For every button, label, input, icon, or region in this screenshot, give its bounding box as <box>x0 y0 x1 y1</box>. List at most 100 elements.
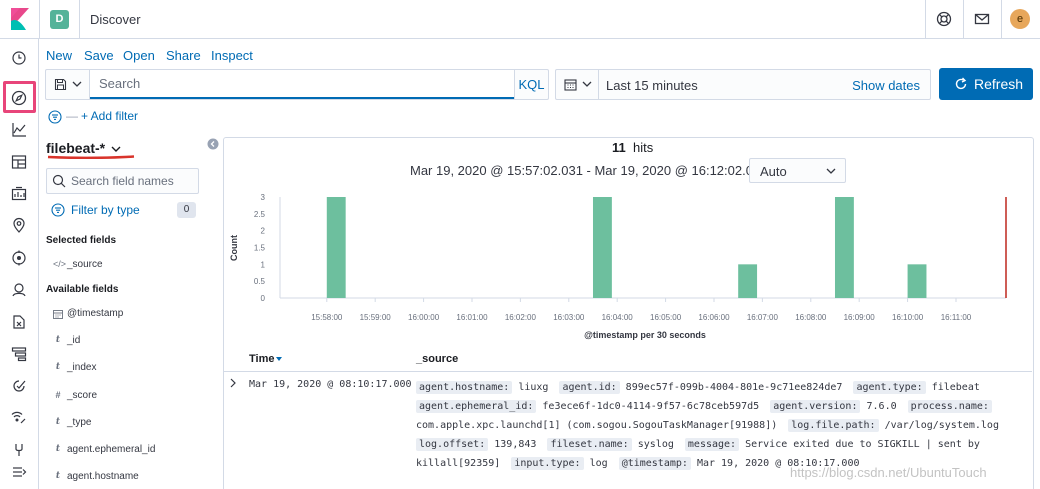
field-name: _score <box>67 390 98 401</box>
calendar-icon <box>564 79 577 91</box>
histogram-bar <box>834 197 854 298</box>
hits-counter: 11 hits <box>612 140 653 155</box>
machine-learning-icon[interactable] <box>10 249 28 267</box>
field-item[interactable]: t _type <box>46 415 216 433</box>
page-title: Discover <box>90 12 141 27</box>
field-name: agent.hostname <box>67 471 139 482</box>
expand-row-icon[interactable] <box>229 378 237 388</box>
canvas-icon[interactable] <box>10 185 28 203</box>
histogram-bar <box>907 264 927 298</box>
chevron-down-icon[interactable] <box>109 142 123 156</box>
selected-fields-heading: Selected fields <box>46 235 117 246</box>
maps-icon[interactable] <box>10 217 28 235</box>
kql-language-button[interactable]: KQL <box>514 70 548 99</box>
help-icon[interactable] <box>934 9 954 29</box>
show-dates-link[interactable]: Show dates <box>852 78 920 93</box>
field-item[interactable]: t _index <box>46 360 216 378</box>
saved-query-button[interactable] <box>46 70 90 99</box>
collapse-sidebar-icon[interactable] <box>207 138 219 150</box>
source-field-key: agent.hostname: <box>416 381 513 394</box>
filter-icon <box>51 203 65 217</box>
header-divider <box>39 0 40 39</box>
siem-icon[interactable] <box>10 409 28 427</box>
string-type-icon: t <box>55 335 61 345</box>
menu-save-link[interactable]: Save <box>84 48 114 63</box>
mail-icon[interactable] <box>972 9 992 29</box>
top-header: D Discover e <box>0 0 1040 39</box>
user-avatar[interactable]: e <box>1010 9 1030 29</box>
y-tick-label: 2.5 <box>254 210 266 219</box>
interval-value: Auto <box>760 164 787 179</box>
menu-share-link[interactable]: Share <box>166 48 201 63</box>
header-divider <box>79 0 80 39</box>
histogram-bar <box>738 264 758 298</box>
uptime-icon[interactable] <box>10 377 28 395</box>
number-type-icon: # <box>55 390 61 400</box>
string-type-icon: t <box>55 444 61 454</box>
filter-separator: — <box>66 109 78 123</box>
apm-icon[interactable] <box>10 345 28 363</box>
source-field-key: input.type: <box>511 457 584 470</box>
x-axis-label: @timestamp per 30 seconds <box>584 330 706 340</box>
source-field-value: 139,843 <box>488 439 537 450</box>
save-icon <box>54 78 67 91</box>
compass-icon[interactable] <box>10 89 28 107</box>
field-item[interactable]: </> _source <box>46 257 216 275</box>
string-type-icon: t <box>55 362 61 372</box>
y-tick-label: 0 <box>261 294 266 303</box>
field-item[interactable]: # _score <box>46 388 216 406</box>
search-field-names-input[interactable] <box>71 169 198 193</box>
field-search <box>46 168 199 194</box>
time-picker: Last 15 minutes Show dates <box>555 69 931 100</box>
column-header-source: _source <box>416 353 459 365</box>
x-tick-label: 15:59:00 <box>360 313 392 322</box>
index-pattern-selector[interactable]: filebeat-* <box>46 140 105 156</box>
source-field-key: log.file.path: <box>788 419 879 432</box>
clock-icon[interactable] <box>10 49 28 67</box>
interval-select[interactable]: Auto <box>749 158 846 183</box>
chevron-down-icon <box>826 168 836 174</box>
refresh-icon <box>955 77 967 90</box>
side-navigation <box>0 39 39 489</box>
chevron-down-icon <box>72 81 82 87</box>
refresh-button[interactable]: Refresh <box>939 68 1033 100</box>
source-field-key: message: <box>684 438 740 451</box>
visualize-icon[interactable] <box>10 121 28 139</box>
collapse-nav-icon[interactable] <box>10 463 28 481</box>
filter-options-icon[interactable] <box>48 110 62 124</box>
field-item[interactable]: t agent.ephemeral_id <box>46 442 216 460</box>
menu-new-link[interactable]: New <box>46 48 72 63</box>
field-name: _type <box>67 417 92 428</box>
x-tick-label: 15:58:00 <box>311 313 343 322</box>
field-name: _index <box>67 362 97 373</box>
menu-inspect-link[interactable]: Inspect <box>211 48 253 63</box>
chevron-down-icon <box>582 81 592 87</box>
sort-desc-icon[interactable] <box>276 357 282 361</box>
add-filter-link[interactable]: + Add filter <box>81 109 138 123</box>
source-field-value: filebeat <box>925 382 980 393</box>
row-timestamp: Mar 19, 2020 @ 08:10:17.000 <box>249 379 412 390</box>
field-item[interactable]: @timestamp <box>46 306 216 324</box>
dashboard-icon[interactable] <box>10 153 28 171</box>
space-avatar[interactable]: D <box>50 10 69 29</box>
dev-tools-icon[interactable] <box>10 441 28 459</box>
column-header-time[interactable]: Time <box>249 353 274 365</box>
filter-by-type-button[interactable]: Filter by type 0 <box>46 201 196 219</box>
x-tick-label: 16:01:00 <box>456 313 488 322</box>
date-type-icon <box>53 310 63 319</box>
field-name: agent.ephemeral_id <box>67 444 156 455</box>
x-tick-label: 16:10:00 <box>892 313 924 322</box>
x-tick-label: 16:03:00 <box>553 313 585 322</box>
quick-select-button[interactable] <box>556 70 599 99</box>
y-tick-label: 0.5 <box>254 277 266 286</box>
logs-icon[interactable] <box>10 313 28 331</box>
field-item[interactable]: t _id <box>46 333 216 351</box>
menu-open-link[interactable]: Open <box>123 48 155 63</box>
search-input[interactable] <box>90 70 514 99</box>
infrastructure-icon[interactable] <box>10 281 28 299</box>
field-item[interactable]: t agent.hostname <box>46 469 216 487</box>
kibana-logo-icon[interactable] <box>9 8 31 30</box>
x-tick-label: 16:07:00 <box>747 313 779 322</box>
header-divider <box>963 0 964 39</box>
time-range-label[interactable]: Last 15 minutes <box>606 78 698 93</box>
